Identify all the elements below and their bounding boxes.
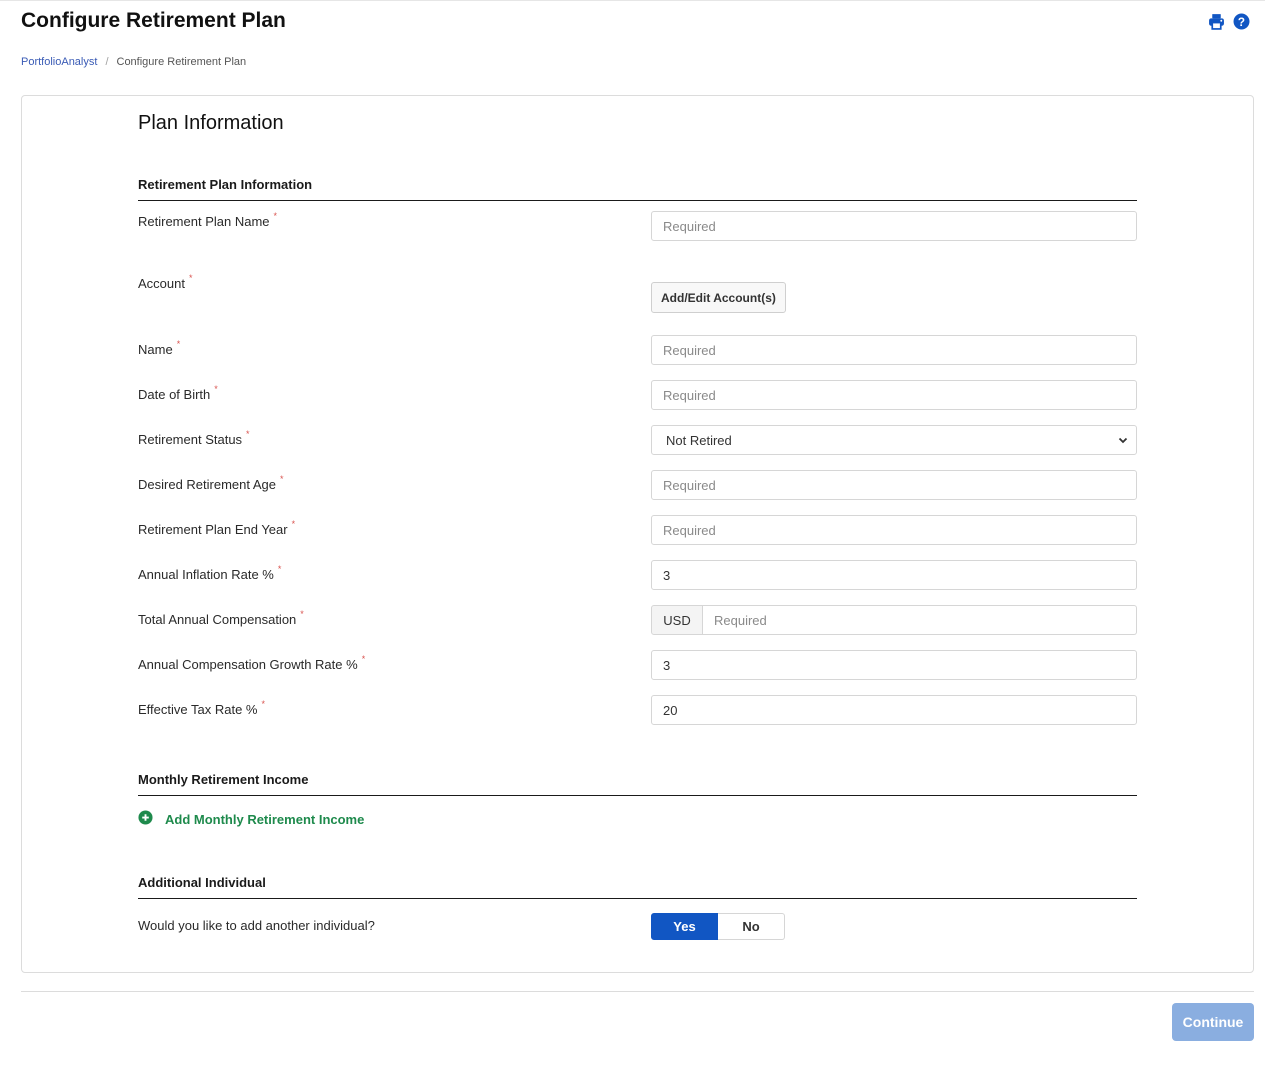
- add-edit-accounts-button[interactable]: Add/Edit Account(s): [651, 282, 786, 313]
- label-effective-tax-rate: Effective Tax Rate % *: [138, 699, 265, 717]
- breadcrumb-portfolioanalyst[interactable]: PortfolioAnalyst: [21, 56, 97, 68]
- currency-addon: USD: [651, 605, 703, 635]
- annual-compensation-growth-rate-input[interactable]: [651, 650, 1137, 680]
- label-retirement-plan-name: Retirement Plan Name *: [138, 211, 278, 229]
- annual-inflation-rate-input[interactable]: [651, 560, 1137, 590]
- label-desired-retirement-age: Desired Retirement Age *: [138, 474, 284, 492]
- total-annual-compensation-group: USD: [651, 605, 1137, 635]
- footer-divider: [21, 991, 1254, 992]
- printer-icon[interactable]: [1208, 13, 1225, 30]
- continue-button[interactable]: Continue: [1172, 1003, 1254, 1041]
- header-actions: ?: [1208, 13, 1250, 30]
- add-monthly-retirement-income-link[interactable]: Add Monthly Retirement Income: [138, 810, 364, 828]
- breadcrumb-separator: /: [105, 56, 109, 68]
- total-annual-compensation-input[interactable]: [703, 605, 1137, 635]
- desired-retirement-age-input[interactable]: [651, 470, 1137, 500]
- retirement-plan-end-year-input[interactable]: [651, 515, 1137, 545]
- add-monthly-retirement-income-label: Add Monthly Retirement Income: [165, 811, 365, 827]
- card-title: Plan Information: [138, 112, 284, 134]
- label-retirement-status: Retirement Status *: [138, 429, 250, 447]
- retirement-status-select[interactable]: Not Retired: [651, 425, 1137, 455]
- retirement-plan-name-input[interactable]: [651, 211, 1137, 241]
- section-monthly-retirement-income: Monthly Retirement Income: [138, 772, 1137, 796]
- section-retirement-plan-information: Retirement Plan Information: [138, 177, 1137, 201]
- chevron-down-icon: [1118, 433, 1128, 448]
- toggle-yes-button[interactable]: Yes: [651, 913, 718, 940]
- label-account: Account *: [138, 273, 193, 291]
- label-date-of-birth: Date of Birth *: [138, 384, 218, 402]
- breadcrumb-current: Configure Retirement Plan: [116, 56, 247, 68]
- label-name: Name *: [138, 339, 181, 357]
- additional-individual-toggle: Yes No: [651, 913, 785, 940]
- breadcrumb: PortfolioAnalyst / Configure Retirement …: [21, 56, 246, 68]
- additional-individual-question: Would you like to add another individual…: [138, 918, 375, 933]
- plan-information-card: Plan Information Retirement Plan Informa…: [21, 95, 1254, 973]
- help-icon[interactable]: ?: [1233, 13, 1250, 30]
- date-of-birth-input[interactable]: [651, 380, 1137, 410]
- label-annual-compensation-growth-rate: Annual Compensation Growth Rate % *: [138, 654, 366, 672]
- label-total-annual-compensation: Total Annual Compensation *: [138, 609, 304, 627]
- retirement-status-value: Not Retired: [666, 432, 732, 448]
- label-retirement-plan-end-year: Retirement Plan End Year *: [138, 519, 296, 537]
- plus-circle-icon: [138, 810, 153, 828]
- label-annual-inflation-rate: Annual Inflation Rate % *: [138, 564, 282, 582]
- name-input[interactable]: [651, 335, 1137, 365]
- effective-tax-rate-input[interactable]: [651, 695, 1137, 725]
- svg-text:?: ?: [1238, 16, 1245, 29]
- page-title: Configure Retirement Plan: [21, 9, 286, 32]
- toggle-no-button[interactable]: No: [718, 913, 785, 940]
- section-additional-individual: Additional Individual: [138, 875, 1137, 899]
